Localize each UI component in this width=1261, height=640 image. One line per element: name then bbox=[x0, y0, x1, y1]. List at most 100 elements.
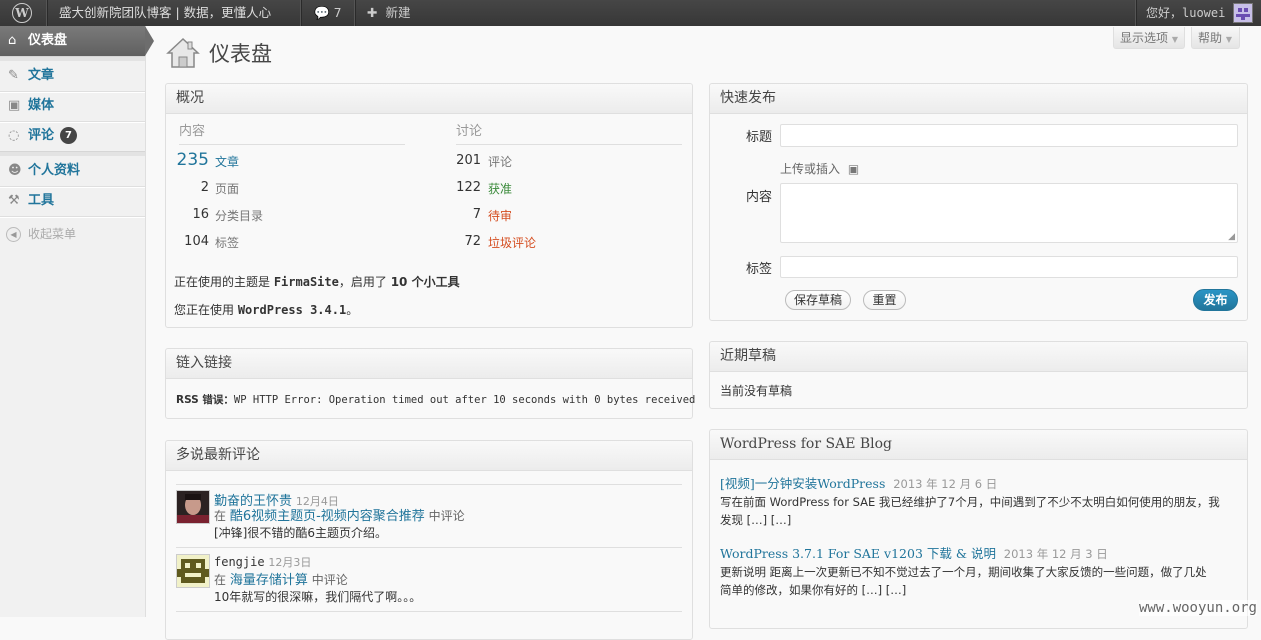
theme-prefix: 正在使用的主题是 bbox=[174, 275, 274, 289]
recent-drafts-title[interactable]: 近期草稿 bbox=[710, 342, 1247, 372]
quick-press-box: 快速发布 标题 上传或插入 ▣ 内容 ◢ 标签 保存草稿 重置 发布 bbox=[709, 83, 1248, 321]
menu-item-profile[interactable]: ☻ 个人资料 bbox=[0, 156, 145, 186]
rss-error-text: WP HTTP Error: Operation timed out after… bbox=[233, 394, 696, 406]
pages-count[interactable]: 2 bbox=[169, 180, 209, 195]
list-item: WordPress 3.7.1 For SAE v1203 下载 & 说明 20… bbox=[720, 543, 1108, 562]
duoshuo-comments-box: 多说最新评论 勤奋的王怀贵 12月4日 在 酷6视频主题页-视频内容聚合推荐 中… bbox=[165, 440, 693, 640]
categories-link[interactable]: 分类目录 bbox=[215, 207, 263, 224]
comment-author-link[interactable]: fengjie bbox=[214, 555, 265, 569]
reset-button[interactable]: 重置 bbox=[863, 290, 906, 310]
comment-in-label: 在 bbox=[214, 573, 227, 587]
menu-comments-label: 评论 bbox=[28, 128, 55, 143]
plus-icon: ✚ bbox=[367, 5, 378, 20]
user-avatar[interactable] bbox=[1233, 3, 1253, 23]
widgets-link[interactable]: 10 个小工具 bbox=[391, 275, 460, 289]
menu-item-tools[interactable]: ⚒ 工具 bbox=[0, 186, 145, 216]
incoming-links-box: 链入链接 RSS 错误：WP HTTP Error: Operation tim… bbox=[165, 348, 696, 419]
menu-item-posts[interactable]: ✎ 文章 bbox=[0, 61, 145, 91]
incoming-links-title[interactable]: 链入链接 bbox=[166, 349, 692, 379]
comment-text: 10年就写的很深嘛，我们隔代了啊。。。 bbox=[214, 590, 422, 604]
collapse-menu-button[interactable]: ◀ 收起菜单 bbox=[0, 222, 145, 246]
menu-item-label: 仪表盘 bbox=[28, 33, 68, 48]
spam-count[interactable]: 72 bbox=[441, 234, 481, 249]
overview-title[interactable]: 概况 bbox=[166, 84, 692, 114]
sae-post-excerpt: 发现 […] […] bbox=[720, 513, 792, 527]
sae-post-excerpt: 更新说明 距离上一次更新已不知不觉过去了一个月，期间收集了大家反馈的一些问题，做… bbox=[720, 565, 1207, 579]
menu-item-label: 文章 bbox=[28, 68, 55, 83]
pending-count[interactable]: 7 bbox=[441, 207, 481, 222]
adminbar-new[interactable]: ✚ 新建 bbox=[367, 0, 410, 26]
comment-suffix: 中评论 bbox=[311, 573, 348, 587]
adminbar-comments[interactable]: 💬 7 bbox=[314, 0, 344, 26]
comment-divider bbox=[176, 611, 682, 612]
commenter-avatar bbox=[176, 490, 210, 524]
posts-count[interactable]: 235 bbox=[169, 150, 209, 170]
comments-count[interactable]: 201 bbox=[441, 153, 481, 168]
sae-blog-box: WordPress for SAE Blog [视频]一分钟安装WordPres… bbox=[709, 429, 1248, 629]
comment-context: 在 海量存储计算 中评论 bbox=[214, 569, 348, 588]
overview-box: 概况 内容 讨论 235 文章 2 页面 16 分类目录 104 标签 201 … bbox=[165, 83, 693, 328]
menu-item-media[interactable]: ▣ 媒体 bbox=[0, 91, 145, 121]
page-title: 仪表盘 bbox=[209, 42, 272, 66]
menu-item-dashboard[interactable]: ⌂ 仪表盘 bbox=[0, 26, 154, 56]
theme-name-link[interactable]: FirmaSite bbox=[274, 275, 339, 289]
resize-handle-icon[interactable]: ◢ bbox=[1228, 232, 1235, 242]
add-media-icon[interactable]: ▣ bbox=[848, 162, 859, 176]
tags-label: 标签 bbox=[746, 262, 773, 277]
sae-blog-title[interactable]: WordPress for SAE Blog bbox=[710, 430, 1247, 460]
content-heading: 内容 bbox=[179, 124, 206, 139]
comment-post-link[interactable]: 酷6视频主题页-视频内容聚合推荐 bbox=[230, 509, 425, 524]
title-label: 标题 bbox=[746, 130, 773, 145]
save-draft-button[interactable]: 保存草稿 bbox=[785, 290, 851, 310]
content-textarea[interactable]: ◢ bbox=[780, 183, 1238, 243]
adminbar-separator bbox=[46, 0, 48, 26]
site-name-link[interactable]: 盛大创新院团队博客 | 数据，更懂人心 bbox=[59, 0, 271, 26]
collapse-arrow-icon: ◀ bbox=[6, 227, 21, 242]
pending-link[interactable]: 待审 bbox=[488, 207, 512, 224]
sae-post-link[interactable]: WordPress 3.7.1 For SAE v1203 下载 & 说明 bbox=[720, 546, 996, 561]
sae-post-link[interactable]: [视频]一分钟安装WordPress bbox=[720, 476, 885, 491]
comment-in-label: 在 bbox=[214, 509, 227, 523]
comments-link[interactable]: 评论 bbox=[488, 153, 512, 170]
comment-post-link[interactable]: 海量存储计算 bbox=[230, 573, 308, 588]
dashboard-home-icon bbox=[166, 36, 200, 70]
spam-link[interactable]: 垃圾评论 bbox=[488, 234, 536, 251]
content-label: 内容 bbox=[746, 190, 773, 205]
commenter-avatar bbox=[176, 554, 210, 588]
quick-press-title[interactable]: 快速发布 bbox=[710, 84, 1247, 114]
screen-options-button[interactable]: 显示选项 ▼ bbox=[1113, 27, 1185, 49]
categories-count[interactable]: 16 bbox=[169, 207, 209, 222]
comment-context: 在 酷6视频主题页-视频内容聚合推荐 中评论 bbox=[214, 505, 465, 524]
menu-divider bbox=[0, 216, 145, 218]
duoshuo-comments-title[interactable]: 多说最新评论 bbox=[166, 441, 692, 471]
publish-button[interactable]: 发布 bbox=[1193, 289, 1238, 311]
rss-error-label: RSS 错误： bbox=[176, 394, 234, 406]
list-item: fengjie 12月3日 bbox=[214, 554, 311, 570]
pages-link[interactable]: 页面 bbox=[215, 180, 239, 197]
upload-insert[interactable]: 上传或插入 ▣ bbox=[780, 160, 859, 177]
comment-date: 12月3日 bbox=[268, 556, 312, 569]
sae-post-excerpt: 写在前面 WordPress for SAE 我已经维护了7个月，中间遇到了不少… bbox=[720, 495, 1220, 509]
tags-count[interactable]: 104 bbox=[169, 234, 209, 249]
approved-link[interactable]: 获准 bbox=[488, 180, 512, 197]
watermark-text: www.wooyun.org bbox=[1138, 600, 1257, 616]
wordpress-logo-icon[interactable]: W bbox=[0, 0, 46, 26]
help-button[interactable]: 帮助 ▼ bbox=[1191, 27, 1240, 49]
comment-suffix: 中评论 bbox=[428, 509, 465, 523]
admin-menu: ⌂ 仪表盘 ✎ 文章 ▣ 媒体 ◌ 评论 7 ☻ 个人资料 ⚒ 工具 ◀ 收起菜单 bbox=[0, 26, 154, 617]
menu-item-label: 媒体 bbox=[28, 98, 55, 113]
version-info: 您正在使用 WordPress 3.4.1。 bbox=[174, 301, 358, 318]
tags-input[interactable] bbox=[780, 256, 1238, 278]
approved-count[interactable]: 122 bbox=[441, 180, 481, 195]
version-text: WordPress 3.4.1 bbox=[237, 303, 347, 317]
tags-link[interactable]: 标签 bbox=[215, 234, 239, 251]
posts-link[interactable]: 文章 bbox=[215, 153, 239, 170]
account-greeting[interactable]: 您好，luowei bbox=[1146, 0, 1225, 26]
sae-post-date: 2013 年 12 月 3 日 bbox=[1003, 547, 1108, 561]
admin-bar: W 盛大创新院团队博客 | 数据，更懂人心 💬 7 ✚ 新建 您好，luowei bbox=[0, 0, 1261, 26]
users-icon: ☻ bbox=[8, 163, 22, 178]
title-input[interactable] bbox=[780, 124, 1238, 147]
adminbar-comments-count: 7 bbox=[333, 5, 342, 20]
menu-item-comments[interactable]: ◌ 评论 7 bbox=[0, 121, 145, 151]
list-item: [视频]一分钟安装WordPress 2013 年 12 月 6 日 bbox=[720, 473, 997, 492]
